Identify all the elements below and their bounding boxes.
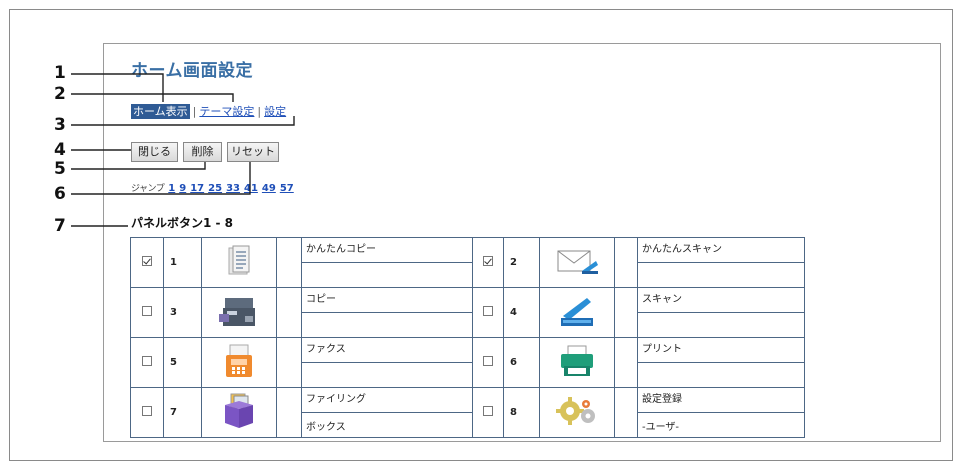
callout-lines xyxy=(71,73,295,227)
callout-line-5 xyxy=(71,162,206,170)
callout-number: 5 xyxy=(54,159,66,179)
callout-number: 7 xyxy=(54,216,66,236)
callout-line-6 xyxy=(71,162,251,195)
callout-number: 4 xyxy=(54,140,66,160)
callout-number: 6 xyxy=(54,184,66,204)
callout-line-2 xyxy=(71,93,234,102)
callout-line-1 xyxy=(71,73,164,102)
callout-number: 1 xyxy=(54,63,66,83)
callout-number: 3 xyxy=(54,115,66,135)
callout-line-3 xyxy=(71,116,295,126)
callout-number: 2 xyxy=(54,84,66,104)
